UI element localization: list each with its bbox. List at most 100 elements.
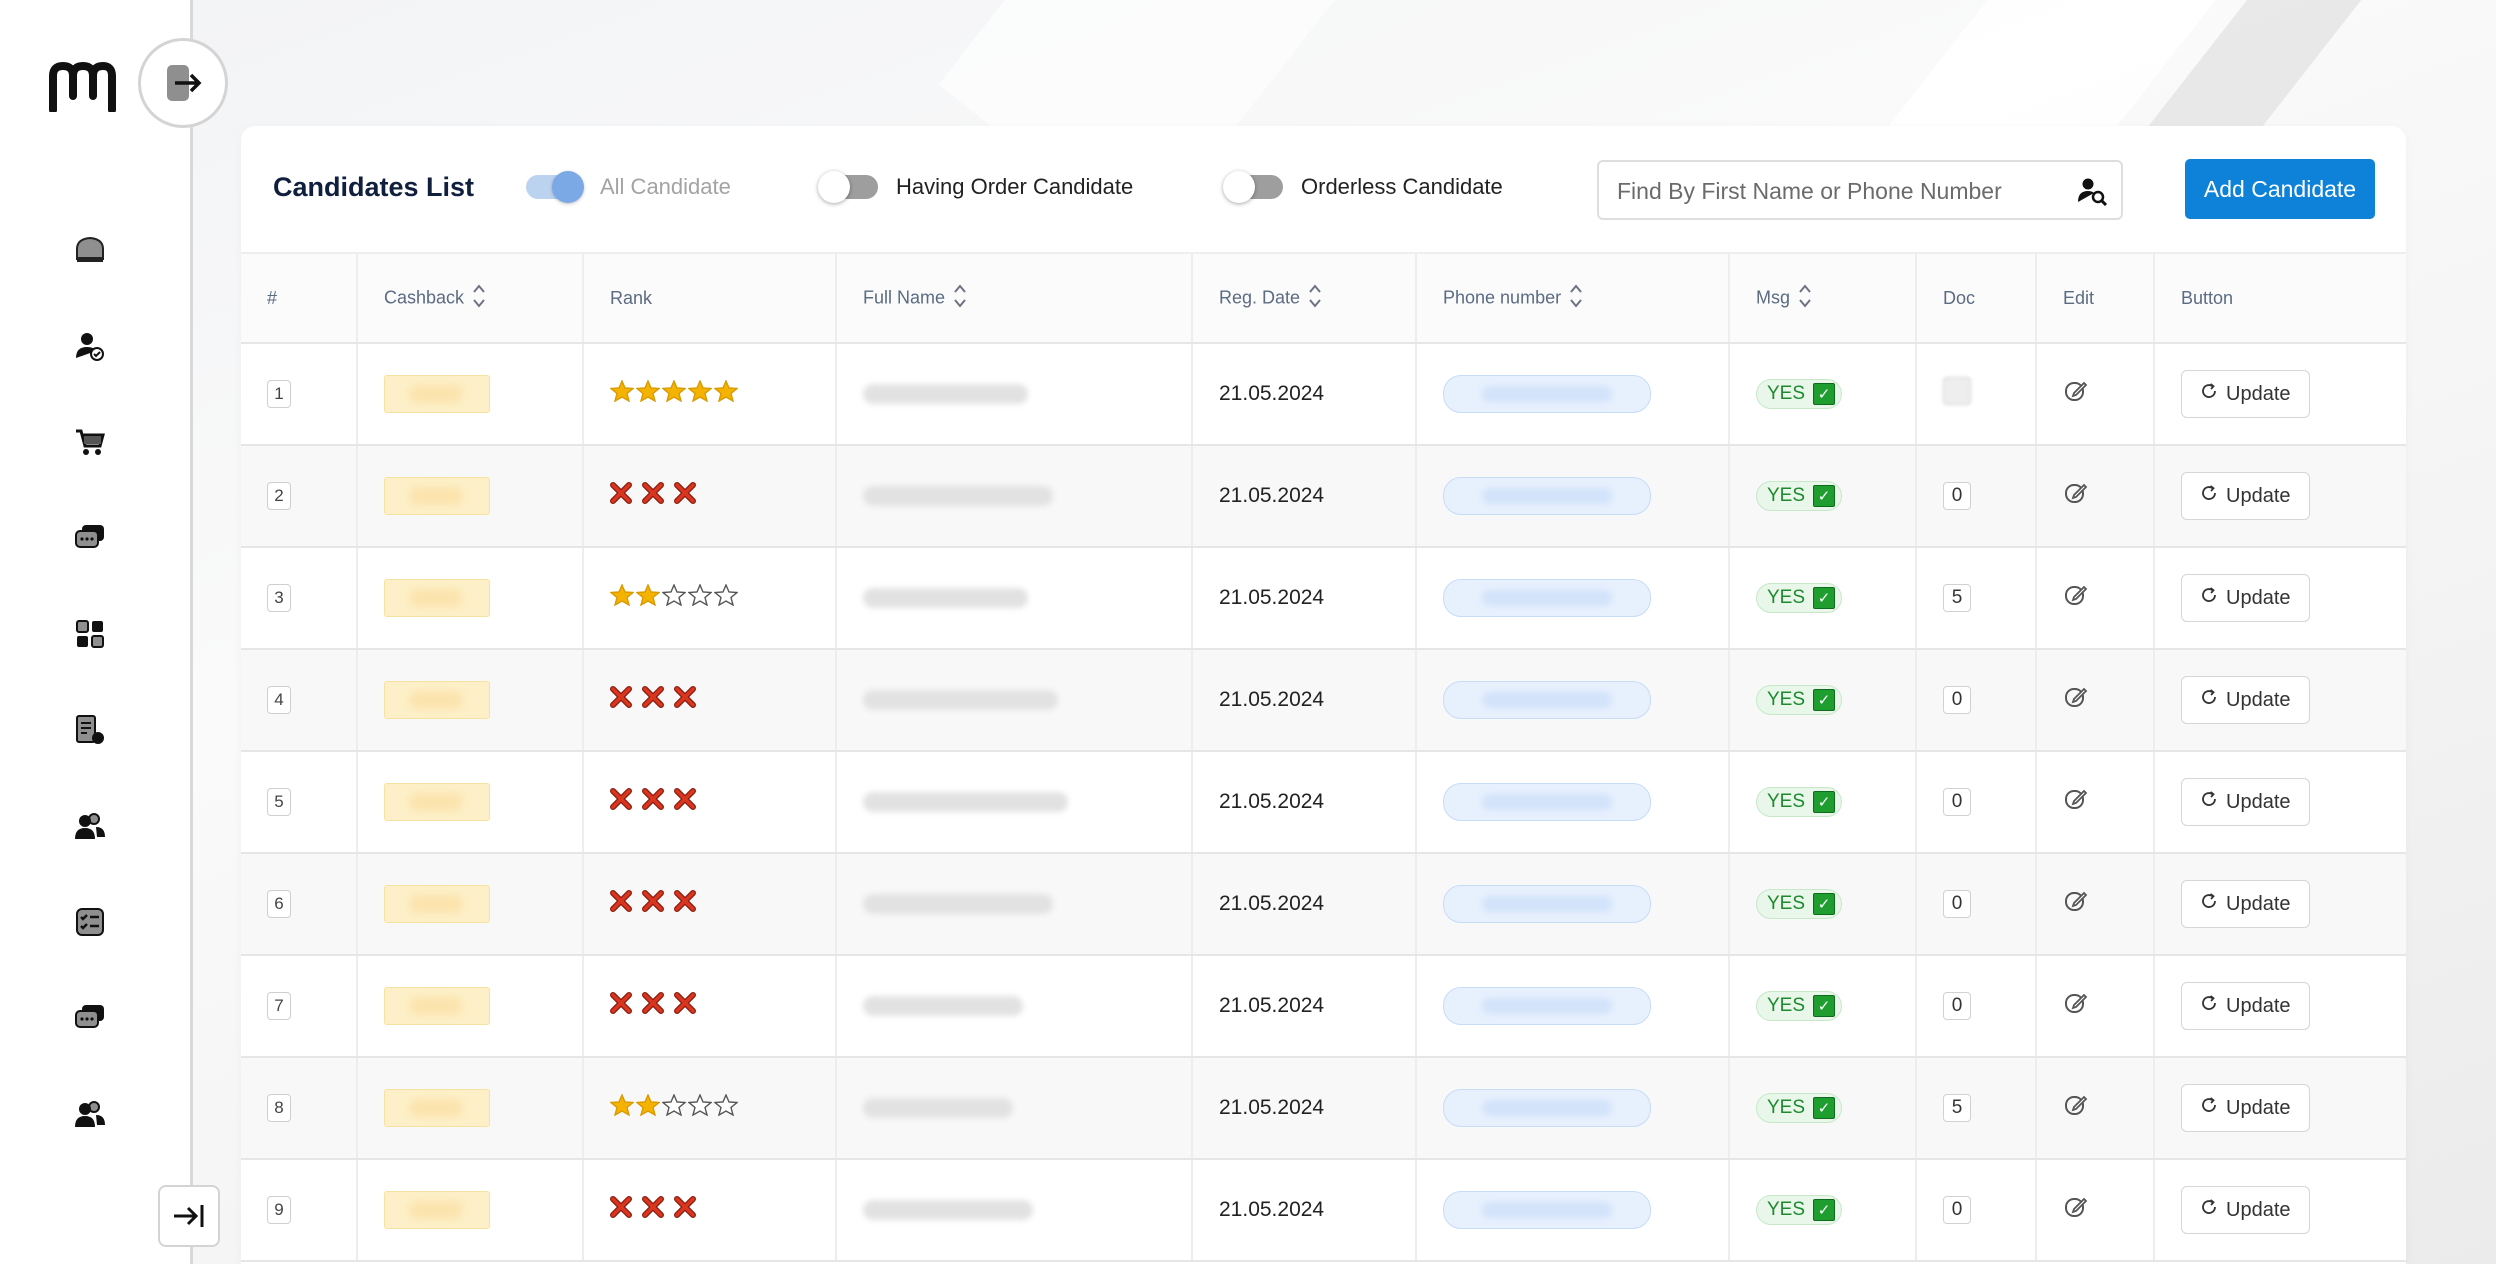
- update-button[interactable]: Update: [2181, 574, 2310, 622]
- column-header-msg[interactable]: Msg: [1729, 254, 1917, 344]
- doc-count: 0: [1943, 482, 1971, 510]
- edit-icon[interactable]: [2063, 891, 2089, 919]
- cell-cashback: [357, 649, 584, 752]
- full-name-redacted: [863, 894, 1053, 914]
- edit-icon[interactable]: [2063, 1095, 2089, 1123]
- sort-icon[interactable]: [1798, 281, 1812, 316]
- cell-doc: 0: [1916, 853, 2037, 956]
- cell-msg: YES ✓: [1729, 853, 1917, 956]
- filter-having-order[interactable]: Having Order Candidate: [818, 171, 1133, 203]
- row-index: 7: [267, 992, 291, 1020]
- sort-icon[interactable]: [953, 281, 967, 316]
- chat-icon[interactable]: [70, 518, 110, 558]
- cross-icon: [610, 788, 632, 816]
- toggle-all-candidate[interactable]: [526, 171, 584, 203]
- column-header-cashback[interactable]: Cashback: [357, 254, 584, 344]
- cell-phone: [1416, 1057, 1730, 1160]
- expand-sidebar-button[interactable]: [158, 1185, 220, 1247]
- cross-icon: [642, 992, 664, 1020]
- sort-icon[interactable]: [472, 281, 486, 316]
- row-index: 3: [267, 584, 291, 612]
- table-row[interactable]: 4 21.05.2024 YES ✓ 0 Update: [241, 649, 2406, 752]
- edit-icon[interactable]: [2063, 993, 2089, 1021]
- table-row[interactable]: 3 21.05.2024 YES ✓ 5 Update: [241, 547, 2406, 650]
- table-row[interactable]: 8 21.05.2024 YES ✓ 5 Update: [241, 1057, 2406, 1160]
- checklist-icon[interactable]: [70, 902, 110, 942]
- edit-icon[interactable]: [2063, 789, 2089, 817]
- update-button[interactable]: Update: [2181, 1084, 2310, 1132]
- table-row[interactable]: 2 21.05.2024 YES ✓ 0 Update: [241, 445, 2406, 548]
- grid-icon[interactable]: [70, 614, 110, 654]
- search-input[interactable]: [1615, 172, 2059, 210]
- cell-index: 1: [241, 343, 358, 446]
- star-icon: [661, 379, 687, 408]
- edit-icon[interactable]: [2063, 585, 2089, 613]
- cell-reg-date: 21.05.2024: [1192, 343, 1417, 446]
- update-button[interactable]: Update: [2181, 880, 2310, 928]
- toggle-having-order[interactable]: [818, 171, 878, 203]
- cross-icon: [610, 992, 632, 1020]
- phone-number-redacted: [1443, 783, 1651, 821]
- cashback-value-redacted: [384, 987, 490, 1025]
- table-row[interactable]: 1 21.05.2024 YES ✓ Update: [241, 343, 2406, 446]
- users-icon[interactable]: [70, 1094, 110, 1134]
- cross-icon: [610, 1196, 632, 1224]
- chat-icon[interactable]: [70, 998, 110, 1038]
- users-icon[interactable]: [70, 806, 110, 846]
- cross-icon: [610, 686, 632, 714]
- app-logo[interactable]: [48, 62, 118, 114]
- refresh-icon: [2200, 1096, 2218, 1120]
- table-row[interactable]: 7 21.05.2024 YES ✓ 0 Update: [241, 955, 2406, 1058]
- star-icon: [713, 379, 739, 408]
- phone-number-redacted: [1443, 579, 1651, 617]
- column-header-reg-date[interactable]: Reg. Date: [1192, 254, 1417, 344]
- cell-index: 6: [241, 853, 358, 956]
- cell-cashback: [357, 343, 584, 446]
- user-search-icon[interactable]: [2077, 176, 2108, 211]
- star-icon: [609, 1093, 635, 1122]
- cell-msg: YES ✓: [1729, 445, 1917, 548]
- user-check-icon[interactable]: [70, 326, 110, 366]
- update-button[interactable]: Update: [2181, 778, 2310, 826]
- update-button[interactable]: Update: [2181, 370, 2310, 418]
- edit-icon[interactable]: [2063, 483, 2089, 511]
- msg-status-badge: YES ✓: [1756, 685, 1843, 715]
- home-icon[interactable]: [70, 230, 110, 270]
- add-candidate-button[interactable]: Add Candidate: [2185, 159, 2375, 219]
- update-button[interactable]: Update: [2181, 982, 2310, 1030]
- refresh-icon: [2200, 382, 2218, 406]
- cell-cashback: [357, 445, 584, 548]
- sort-icon[interactable]: [1569, 281, 1583, 316]
- edit-icon[interactable]: [2063, 381, 2089, 409]
- cell-full-name: [836, 1057, 1193, 1160]
- cell-full-name: [836, 955, 1193, 1058]
- update-button[interactable]: Update: [2181, 472, 2310, 520]
- cell-phone: [1416, 649, 1730, 752]
- filter-all-candidate[interactable]: All Candidate: [526, 171, 731, 203]
- document-icon[interactable]: [70, 710, 110, 750]
- toggle-orderless[interactable]: [1223, 171, 1283, 203]
- cell-index: 4: [241, 649, 358, 752]
- logout-button[interactable]: [138, 38, 228, 128]
- cell-index: 9: [241, 1159, 358, 1262]
- filter-orderless[interactable]: Orderless Candidate: [1223, 171, 1503, 203]
- table-row[interactable]: 6 21.05.2024 YES ✓ 0 Update: [241, 853, 2406, 956]
- cell-edit: [2036, 853, 2155, 956]
- reg-date: 21.05.2024: [1219, 688, 1325, 711]
- update-button[interactable]: Update: [2181, 1186, 2310, 1234]
- edit-icon[interactable]: [2063, 1197, 2089, 1225]
- cell-button: Update: [2154, 343, 2406, 446]
- table-row[interactable]: 9 21.05.2024 YES ✓ 0 Update: [241, 1159, 2406, 1262]
- cart-icon[interactable]: [70, 422, 110, 462]
- edit-icon[interactable]: [2063, 687, 2089, 715]
- update-button[interactable]: Update: [2181, 676, 2310, 724]
- column-header-phone[interactable]: Phone number: [1416, 254, 1730, 344]
- cell-edit: [2036, 751, 2155, 854]
- table-row[interactable]: 5 21.05.2024 YES ✓ 0 Update: [241, 751, 2406, 854]
- column-header-index: #: [241, 254, 358, 344]
- column-header-full-name[interactable]: Full Name: [836, 254, 1193, 344]
- sort-icon[interactable]: [1308, 281, 1322, 316]
- star-icon: [609, 379, 635, 408]
- reg-date: 21.05.2024: [1219, 484, 1325, 507]
- full-name-redacted: [863, 486, 1053, 506]
